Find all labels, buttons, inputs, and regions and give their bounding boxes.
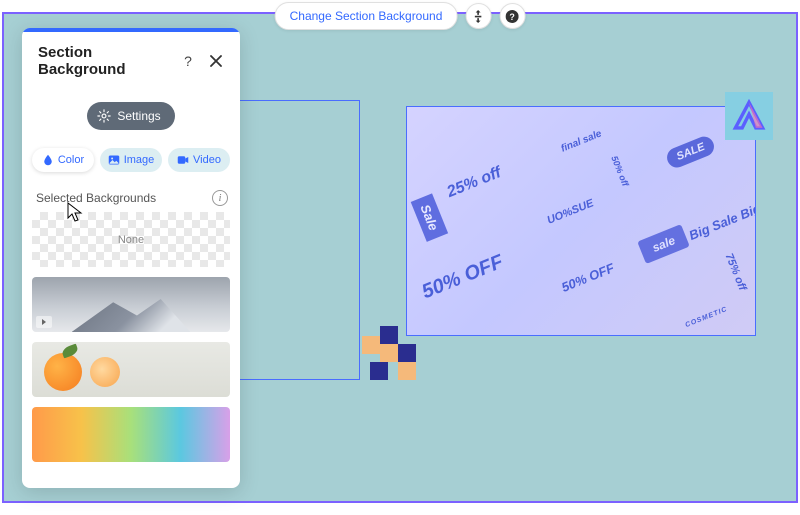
stretch-vertical-icon — [472, 10, 485, 23]
tab-color-label: Color — [58, 154, 84, 166]
info-button[interactable]: i — [212, 190, 228, 206]
tab-image[interactable]: Image — [100, 148, 162, 172]
droplet-icon — [42, 154, 54, 166]
image-icon — [108, 154, 120, 166]
section-background-panel: Section Background ? Settings Color Imag… — [22, 28, 240, 488]
close-icon — [210, 55, 222, 67]
selected-backgrounds-label: Selected Backgrounds — [36, 191, 212, 205]
video-badge-icon — [36, 316, 52, 328]
selected-backgrounds-header: Selected Backgrounds i — [22, 180, 240, 212]
image-selection-outline — [406, 106, 756, 336]
settings-label: Settings — [117, 109, 160, 123]
tab-image-label: Image — [124, 154, 155, 166]
settings-button[interactable]: Settings — [87, 102, 174, 130]
tab-video-label: Video — [193, 154, 221, 166]
gear-icon — [97, 109, 111, 123]
panel-close-button[interactable] — [206, 51, 226, 71]
bg-option-oranges[interactable] — [32, 342, 230, 397]
change-section-background-button[interactable]: Change Section Background — [275, 2, 458, 30]
panel-header: Section Background ? — [22, 32, 240, 88]
section-help-button[interactable]: ? — [499, 3, 525, 29]
tab-color[interactable]: Color — [32, 148, 94, 172]
bg-none-label: None — [118, 234, 144, 246]
bg-option-none[interactable]: None — [32, 212, 230, 267]
background-type-tabs: Color Image Video — [22, 148, 240, 180]
video-icon — [177, 154, 189, 166]
svg-text:?: ? — [510, 11, 515, 21]
triangle-logo-icon — [732, 99, 766, 133]
corner-logo-badge — [725, 92, 773, 140]
background-thumbnails-list[interactable]: None — [22, 212, 240, 488]
question-mark-icon: ? — [506, 10, 519, 23]
bg-option-mountain-video[interactable] — [32, 277, 230, 332]
section-top-controls: Change Section Background ? — [275, 2, 526, 30]
panel-title: Section Background — [38, 44, 170, 78]
panel-help-button[interactable]: ? — [178, 51, 198, 71]
move-section-button[interactable] — [465, 3, 491, 29]
tab-video[interactable]: Video — [168, 148, 230, 172]
bg-option-gradient[interactable] — [32, 407, 230, 462]
